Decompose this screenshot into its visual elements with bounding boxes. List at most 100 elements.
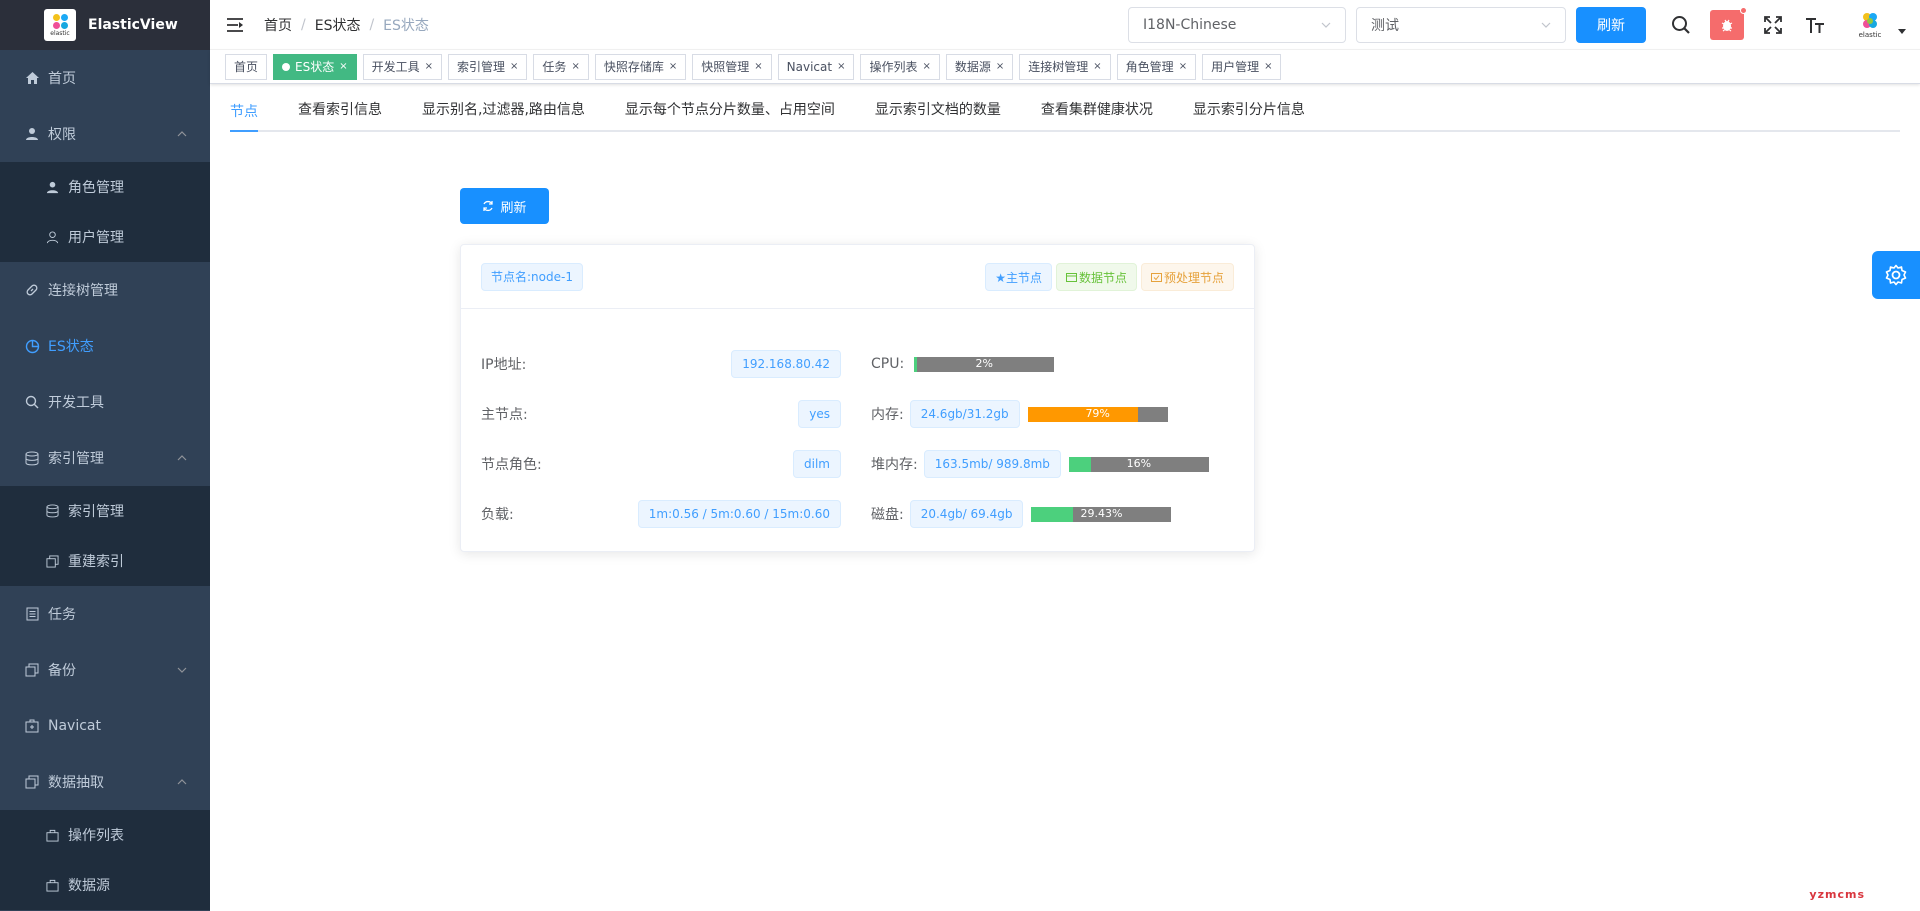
close-icon[interactable]: × — [510, 61, 518, 72]
tag-12[interactable]: 用户管理 × — [1202, 53, 1282, 80]
close-icon[interactable]: × — [1179, 61, 1187, 72]
tag-label: 开发工具 — [371, 60, 420, 74]
language-select[interactable]: I18N-Chinese — [1128, 7, 1346, 43]
tag-10[interactable]: 连接树管理 × — [1019, 53, 1111, 80]
sidebar-item-connection-tree[interactable]: 连接树管理 — [0, 262, 210, 318]
tag-label: 角色管理 — [1125, 60, 1174, 74]
tab-1[interactable]: 查看索引信息 — [298, 90, 382, 130]
breadcrumb-es-status[interactable]: ES状态 — [315, 15, 361, 35]
sidebar-item-operation-list[interactable]: 操作列表 — [0, 810, 210, 860]
ingest-node-badge: 预处理节点 — [1140, 263, 1234, 291]
close-icon[interactable]: × — [571, 61, 579, 72]
check-box-icon — [1150, 272, 1162, 282]
tab-0[interactable]: 节点 — [230, 92, 258, 132]
tag-11[interactable]: 角色管理 × — [1116, 53, 1197, 80]
tab-6[interactable]: 显示索引分片信息 — [1193, 90, 1305, 130]
notification-dot — [1740, 7, 1747, 14]
tag-label: 操作列表 — [869, 60, 918, 74]
sidebar-item-index-management[interactable]: 索引管理 — [0, 430, 210, 486]
font-size-icon[interactable] — [1802, 12, 1828, 38]
navbar-refresh-button[interactable]: 刷新 — [1576, 7, 1646, 43]
sidebar-item-navicat[interactable]: Navicat — [0, 698, 210, 754]
role-label: 节点角色: — [481, 457, 542, 473]
tag-label: ES状态 — [295, 60, 335, 74]
tab-5[interactable]: 查看集群健康状况 — [1041, 90, 1153, 130]
search-icon — [24, 394, 40, 410]
tab-2[interactable]: 显示别名,过滤器,路由信息 — [422, 90, 585, 130]
tag-4[interactable]: 任务 × — [533, 53, 589, 80]
hamburger-icon[interactable] — [226, 17, 244, 33]
sidebar-item-data-extraction[interactable]: 数据抽取 — [0, 754, 210, 810]
tag-0[interactable]: 首页 — [225, 53, 268, 80]
tag-label: 快照存储库 — [603, 60, 664, 74]
data-node-label: 数据节点 — [1078, 270, 1127, 285]
tab-4[interactable]: 显示索引文档的数量 — [875, 90, 1001, 130]
sidebar-item-roles[interactable]: 角色管理 — [0, 162, 210, 212]
search-icon[interactable] — [1668, 12, 1694, 38]
tag-8[interactable]: 操作列表 × — [860, 53, 940, 80]
tag-1[interactable]: ES状态 × — [273, 53, 357, 80]
database-icon — [44, 503, 60, 519]
master-value: yes — [798, 400, 841, 428]
refresh-icon — [483, 200, 494, 212]
navbar-right: I18N-Chinese 测试 刷新 elastic — [1128, 0, 1920, 50]
close-icon[interactable]: × — [669, 61, 677, 72]
sidebar-item-home[interactable]: 首页 — [0, 50, 210, 106]
sidebar-item-data-source[interactable]: 数据源 — [0, 860, 210, 910]
close-icon[interactable]: × — [996, 61, 1004, 72]
sidebar-item-reindex[interactable]: 重建索引 — [0, 536, 210, 586]
sidebar-item-label: 索引管理 — [68, 504, 124, 520]
sidebar-item-es-status[interactable]: ES状态 — [0, 318, 210, 374]
tag-label: 首页 — [234, 60, 259, 74]
chevron-up-icon — [177, 131, 187, 137]
sidebar-item-backup[interactable]: 备份 — [0, 642, 210, 698]
close-icon[interactable]: × — [754, 61, 762, 72]
fullscreen-icon[interactable] — [1760, 12, 1786, 38]
sidebar-item-label: 角色管理 — [68, 180, 124, 196]
gear-icon — [1885, 264, 1907, 286]
sidebar-item-index-manage[interactable]: 索引管理 — [0, 486, 210, 536]
close-icon[interactable]: × — [922, 61, 930, 72]
heap-row: 堆内存: 163.5mb/ 989.8mb 16% — [871, 450, 1209, 478]
tag-3[interactable]: 索引管理 × — [448, 53, 528, 80]
avatar[interactable]: elastic — [1850, 5, 1890, 45]
close-icon[interactable]: × — [837, 61, 845, 72]
bug-icon[interactable] — [1710, 7, 1747, 40]
copy-icon — [24, 662, 40, 678]
sidebar-item-tasks[interactable]: 任务 — [0, 586, 210, 642]
language-select-value: I18N-Chinese — [1143, 17, 1237, 33]
disk-progress-bar: 29.43% — [1031, 506, 1172, 522]
logo[interactable]: elastic ElasticView — [0, 0, 210, 50]
tab-3[interactable]: 显示每个节点分片数量、占用空间 — [625, 90, 835, 130]
copy-icon — [44, 553, 60, 569]
tag-label: 连接树管理 — [1028, 60, 1089, 74]
tag-6[interactable]: 快照管理 × — [692, 53, 772, 80]
sidebar-item-permissions[interactable]: 权限 — [0, 106, 210, 162]
main-area: 首页 / ES状态 / ES状态 I18N-Chinese 测试 刷新 elas… — [210, 0, 1920, 911]
breadcrumb: 首页 / ES状态 / ES状态 — [264, 15, 429, 35]
chevron-up-icon — [177, 455, 187, 461]
close-icon[interactable]: × — [339, 61, 347, 72]
home-icon — [24, 70, 40, 86]
close-icon[interactable]: × — [425, 61, 433, 72]
breadcrumb-separator: / — [301, 16, 306, 33]
tag-7[interactable]: Navicat × — [777, 53, 855, 80]
ip-label: IP地址: — [481, 357, 527, 373]
close-icon[interactable]: × — [1093, 61, 1101, 72]
settings-panel-button[interactable] — [1872, 251, 1920, 299]
elastic-logo-icon: elastic — [44, 9, 76, 41]
sidebar-item-dev-tools[interactable]: 开发工具 — [0, 374, 210, 430]
cpu-label: CPU: — [871, 356, 905, 372]
node-card-header: 节点名:node-1 ★主节点 数据节点 预处理节点 — [461, 245, 1254, 309]
sidebar-item-users[interactable]: 用户管理 — [0, 212, 210, 262]
breadcrumb-home[interactable]: 首页 — [264, 15, 292, 35]
tag-2[interactable]: 开发工具 × — [362, 53, 443, 80]
refresh-button[interactable]: 刷新 — [460, 188, 549, 224]
caret-down-icon[interactable] — [1896, 26, 1908, 38]
node-card: 节点名:node-1 ★主节点 数据节点 预处理节点 IP地址: 192.168… — [460, 244, 1255, 552]
close-icon[interactable]: × — [1264, 61, 1272, 72]
tag-5[interactable]: 快照存储库 × — [594, 53, 687, 80]
tag-9[interactable]: 数据源 × — [945, 53, 1014, 80]
cluster-select[interactable]: 测试 — [1356, 7, 1566, 43]
node-name-badge: 节点名:node-1 — [481, 262, 583, 291]
